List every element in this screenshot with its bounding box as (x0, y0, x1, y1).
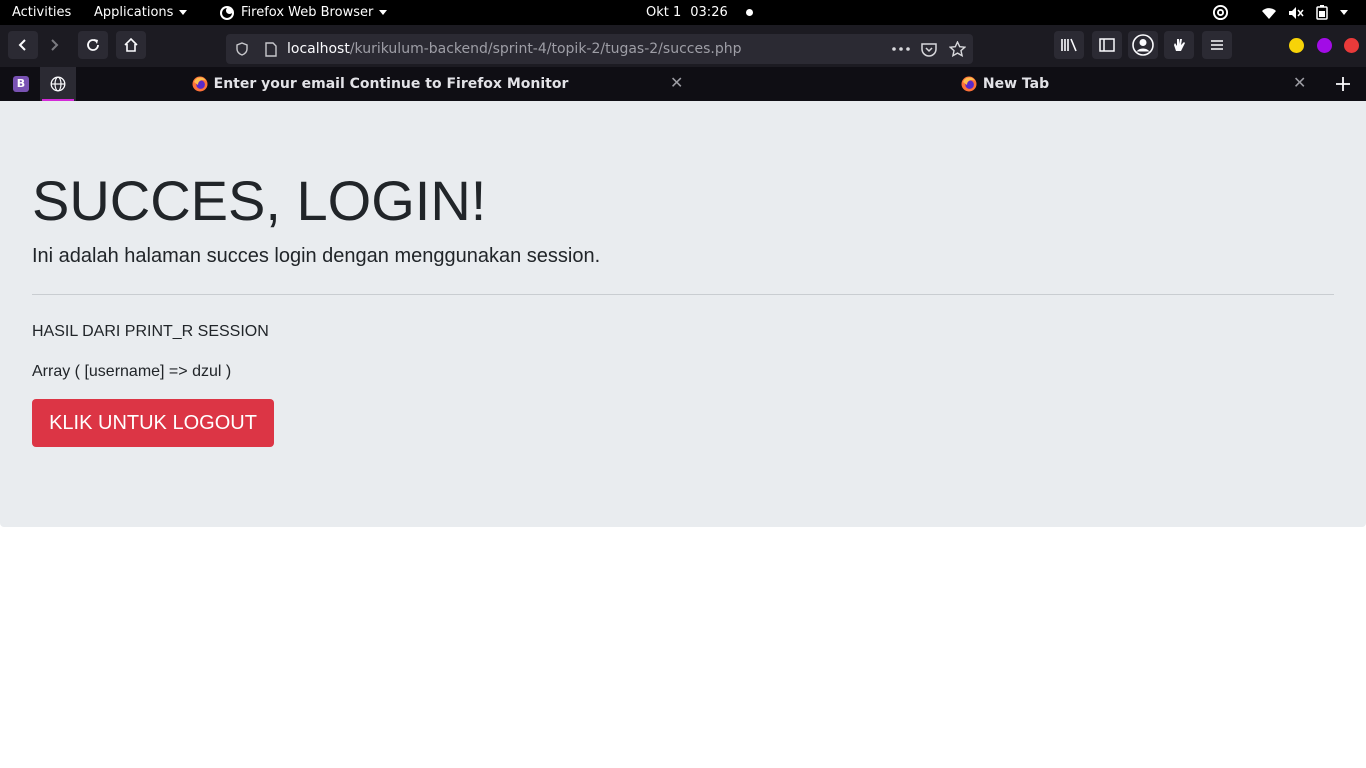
activities-button[interactable]: Activities (12, 0, 71, 25)
firefox-icon (220, 5, 234, 20)
pinned-tab-active[interactable] (40, 67, 76, 101)
browser-toolbar: localhost/kurikulum-backend/sprint-4/top… (0, 25, 1366, 67)
chevron-right-icon (51, 39, 59, 51)
system-menu-chevron-down-icon[interactable] (1340, 0, 1348, 25)
pocket-icon[interactable] (918, 34, 940, 64)
forward-button[interactable] (39, 31, 69, 59)
chevron-left-icon (18, 39, 26, 51)
library-button[interactable] (1054, 31, 1084, 59)
chevron-down-icon (179, 10, 188, 15)
url-bar[interactable]: localhost/kurikulum-backend/sprint-4/top… (226, 34, 973, 64)
url-text[interactable]: localhost/kurikulum-backend/sprint-4/top… (287, 34, 741, 64)
open-menu-button[interactable] (1202, 31, 1232, 59)
extension-button[interactable] (1164, 31, 1194, 59)
tab-strip: B Enter your email Continue to Firefox M… (0, 67, 1366, 101)
app-menu[interactable]: Firefox Web Browser (219, 0, 388, 25)
sidebar-icon (1099, 38, 1115, 52)
bookmark-star-icon[interactable] (946, 34, 968, 64)
close-tab-icon[interactable]: ✕ (670, 67, 683, 101)
account-avatar-icon (1132, 34, 1154, 56)
firefox-icon (192, 76, 208, 92)
globe-icon (50, 76, 66, 92)
new-tab-button[interactable] (1328, 67, 1358, 101)
close-circle-icon (1343, 37, 1359, 53)
logout-button[interactable]: KLIK UNTUK LOGOUT (32, 399, 274, 447)
volume-icon[interactable] (1288, 0, 1304, 25)
tab-firefox-monitor[interactable]: Enter your email Continue to Firefox Mon… (80, 67, 680, 101)
back-button[interactable] (8, 31, 38, 59)
tab-title: Enter your email Continue to Firefox Mon… (213, 76, 569, 92)
pinned-tab-bootstrap[interactable]: B (4, 67, 38, 101)
applications-menu[interactable]: Applications (94, 0, 188, 25)
extension-hand-icon (1174, 39, 1185, 51)
close-window-button[interactable] (1336, 31, 1366, 59)
tab-title: New Tab (982, 76, 1050, 92)
maximize-window-button[interactable] (1309, 31, 1339, 59)
firefox-icon (961, 76, 977, 92)
close-tab-icon[interactable]: ✕ (1293, 67, 1306, 101)
session-heading: HASIL DARI PRINT_R SESSION (32, 323, 269, 340)
time-label: 03:26 (690, 5, 728, 20)
session-output: Array ( [username] => dzul ) (32, 363, 232, 380)
maximize-circle-icon (1316, 37, 1332, 53)
account-button[interactable] (1128, 31, 1158, 59)
minimize-circle-icon (1288, 37, 1304, 53)
clock[interactable]: Okt 1 03:26 (646, 0, 753, 25)
home-button[interactable] (116, 31, 146, 59)
jumbotron: SUCCES, LOGIN! Ini adalah halaman succes… (0, 101, 1366, 527)
bootstrap-icon: B (13, 76, 29, 92)
date-label: Okt 1 (646, 5, 682, 20)
url-path: /kurikulum-backend/sprint-4/topik-2/tuga… (349, 41, 742, 57)
notification-dot-icon (745, 9, 753, 16)
page-title: SUCCES, LOGIN! (32, 169, 487, 232)
library-icon (1061, 38, 1077, 52)
plus-icon (1336, 77, 1350, 91)
system-top-bar: Activities Applications Firefox Web Brow… (0, 0, 1366, 25)
activities-label: Activities (12, 5, 72, 20)
chevron-down-icon (379, 10, 388, 15)
wifi-icon[interactable] (1261, 0, 1277, 25)
app-name-label: Firefox Web Browser (241, 5, 374, 20)
lead-text: Ini adalah halaman succes login dengan m… (32, 245, 601, 267)
shield-icon[interactable] (231, 34, 253, 64)
url-host: localhost (287, 41, 350, 57)
more-actions-icon[interactable] (890, 34, 912, 64)
minimize-window-button[interactable] (1281, 31, 1311, 59)
tab-new-tab[interactable]: New Tab (700, 67, 1310, 101)
sidebar-button[interactable] (1092, 31, 1122, 59)
applications-label: Applications (94, 5, 174, 20)
reload-icon (87, 39, 99, 51)
divider (32, 294, 1334, 295)
battery-icon[interactable] (1316, 0, 1328, 25)
home-icon (124, 37, 138, 52)
page-info-icon[interactable] (260, 34, 282, 64)
at-sign-icon[interactable] (1212, 0, 1229, 25)
hamburger-menu-icon (1211, 40, 1223, 50)
reload-button[interactable] (78, 31, 108, 59)
